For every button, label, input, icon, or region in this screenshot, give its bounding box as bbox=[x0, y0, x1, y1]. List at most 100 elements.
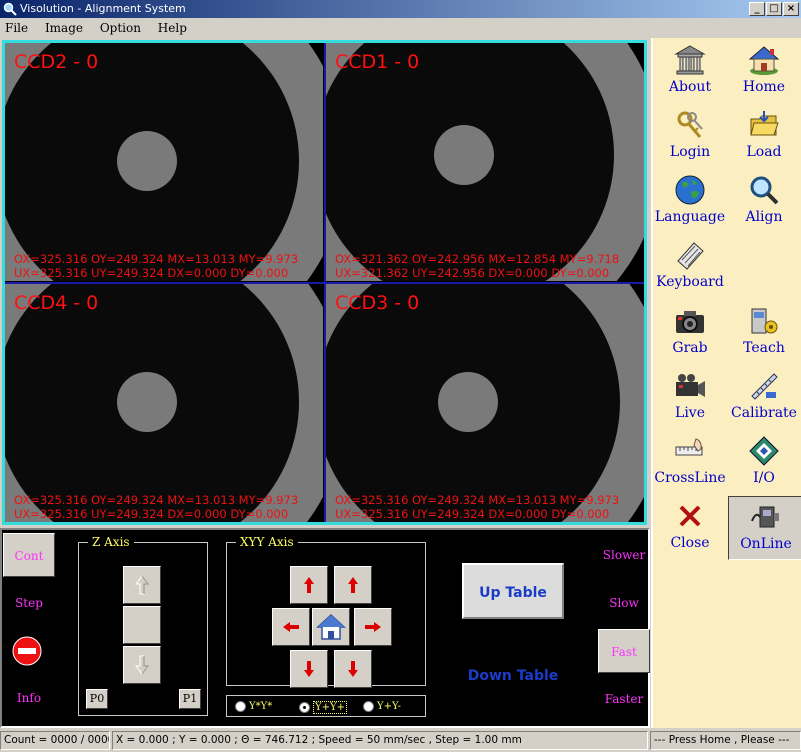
down-arrow-icon bbox=[135, 655, 149, 675]
position-status: X = 0.000 ; Y = 0.000 ; Θ = 746.712 ; Sp… bbox=[112, 731, 648, 750]
ccd2-label: CCD2 - 0 bbox=[14, 51, 99, 73]
calibrate-button[interactable]: Calibrate bbox=[727, 366, 801, 430]
maximize-button[interactable]: □ bbox=[766, 2, 782, 16]
red-left-arrow-icon bbox=[283, 622, 299, 632]
red-down-arrow-icon bbox=[348, 661, 358, 677]
online-button[interactable]: OnLine bbox=[728, 496, 801, 560]
ccd3-image bbox=[326, 284, 644, 522]
ccd4-label: CCD4 - 0 bbox=[14, 292, 99, 314]
close-window-button[interactable]: × bbox=[783, 2, 799, 16]
red-down-arrow-icon bbox=[304, 661, 314, 677]
grab-button[interactable]: Grab bbox=[653, 301, 727, 365]
menu-file[interactable]: File bbox=[5, 21, 28, 35]
motion-control-panel: Cont Step Info Z Axis P0 P1 XYY Axis Y*Y… bbox=[0, 528, 650, 728]
ccd1-view[interactable]: CCD1 - 0 OX=321.362 OY=242.956 MX=12.854… bbox=[326, 43, 644, 281]
load-button[interactable]: Load bbox=[727, 105, 801, 169]
main-toolbar: About Home Login Load Language Align Key… bbox=[651, 38, 801, 728]
z-up-button[interactable] bbox=[123, 566, 161, 604]
x-left-button[interactable] bbox=[272, 608, 310, 646]
ccd2-image bbox=[5, 43, 323, 281]
ccd4-view[interactable]: CCD4 - 0 OX=325.316 OY=249.324 MX=13.013… bbox=[5, 284, 323, 522]
info-mode-button[interactable]: Info bbox=[3, 676, 55, 720]
globe-icon bbox=[675, 175, 705, 205]
ccd2-stats: OX=325.316 OY=249.324 MX=13.013 MY=9.973… bbox=[14, 252, 299, 280]
menu-image[interactable]: Image bbox=[45, 21, 83, 35]
radio-y-star-dot[interactable] bbox=[235, 701, 246, 712]
magnifier-app-icon bbox=[3, 2, 17, 16]
video-camera-icon bbox=[676, 374, 705, 397]
ccd1-stats: OX=321.362 OY=242.956 MX=12.854 MY=9.718… bbox=[335, 252, 620, 280]
speed-slow-button[interactable]: Slow bbox=[598, 581, 650, 625]
speed-slower-button[interactable]: Slower bbox=[598, 533, 650, 577]
ccd4-stats: OX=325.316 OY=249.324 MX=13.013 MY=9.973… bbox=[14, 493, 299, 521]
io-button[interactable]: I/O bbox=[727, 431, 801, 495]
red-right-arrow-icon bbox=[365, 622, 381, 632]
z-axis-title: Z Axis bbox=[88, 535, 134, 549]
align-button[interactable]: Align bbox=[727, 170, 801, 234]
down-table-button[interactable]: Down Table bbox=[462, 664, 564, 688]
y2-up-button[interactable] bbox=[334, 566, 372, 604]
status-bar: Count = 0000 / 0000 X = 0.000 ; Y = 0.00… bbox=[0, 729, 801, 752]
stop-icon[interactable] bbox=[12, 636, 42, 666]
ccd3-view[interactable]: CCD3 - 0 OX=325.316 OY=249.324 MX=13.013… bbox=[326, 284, 644, 522]
z-down-button[interactable] bbox=[123, 646, 161, 684]
about-button[interactable]: About bbox=[653, 40, 727, 104]
io-diamond-icon bbox=[749, 436, 779, 466]
close-x-icon bbox=[679, 505, 701, 527]
speed-fast-button[interactable]: Fast bbox=[598, 629, 650, 673]
keyboard-icon bbox=[677, 242, 704, 270]
radio-y-plus-minus-dot[interactable] bbox=[363, 701, 374, 712]
ccd3-stats: OX=325.316 OY=249.324 MX=13.013 MY=9.973… bbox=[335, 493, 620, 521]
x-right-button[interactable] bbox=[354, 608, 392, 646]
menu-bar: File Image Option Help bbox=[0, 18, 801, 38]
menu-help[interactable]: Help bbox=[158, 21, 187, 35]
p0-button[interactable]: P0 bbox=[86, 689, 108, 709]
online-plug-icon bbox=[751, 506, 779, 528]
z-center-button[interactable] bbox=[123, 606, 161, 644]
up-table-button[interactable]: Up Table bbox=[462, 563, 564, 619]
red-up-arrow-icon bbox=[304, 577, 314, 593]
step-mode-button[interactable]: Step bbox=[3, 581, 55, 625]
camera-icon bbox=[676, 311, 704, 333]
y1-up-button[interactable] bbox=[290, 566, 328, 604]
radio-y-plus-plus[interactable]: Y+Y+ bbox=[299, 701, 347, 714]
radio-y-plus-plus-dot[interactable] bbox=[299, 702, 310, 713]
radio-y-plus-minus[interactable]: Y+Y- bbox=[363, 701, 401, 712]
window-title: Visolution - Alignment System bbox=[20, 2, 186, 15]
building-icon bbox=[674, 45, 706, 75]
magnifier-icon bbox=[750, 176, 779, 205]
crossline-button[interactable]: CrossLine bbox=[653, 431, 727, 495]
login-button[interactable]: Login bbox=[653, 105, 727, 169]
teach-button[interactable]: Teach bbox=[727, 301, 801, 365]
horizontal-divider bbox=[5, 282, 644, 284]
count-status: Count = 0000 / 0000 bbox=[0, 731, 110, 750]
ccd3-label: CCD3 - 0 bbox=[335, 292, 420, 314]
calibrate-icon bbox=[751, 373, 778, 400]
home-icon bbox=[748, 46, 780, 75]
keyboard-button[interactable]: Keyboard bbox=[653, 235, 727, 299]
menu-option[interactable]: Option bbox=[100, 21, 141, 35]
cont-mode-button[interactable]: Cont bbox=[3, 533, 55, 577]
camera-view-area: CCD2 - 0 OX=325.316 OY=249.324 MX=13.013… bbox=[2, 40, 647, 525]
ccd4-image bbox=[5, 284, 323, 522]
house-icon bbox=[316, 613, 346, 640]
red-up-arrow-icon bbox=[348, 577, 358, 593]
up-arrow-icon bbox=[135, 575, 149, 595]
ccd2-view[interactable]: CCD2 - 0 OX=325.316 OY=249.324 MX=13.013… bbox=[5, 43, 323, 281]
teach-icon bbox=[751, 308, 778, 334]
radio-y-star[interactable]: Y*Y* bbox=[235, 701, 272, 712]
minimize-button[interactable]: _ bbox=[749, 2, 765, 16]
y1-down-button[interactable] bbox=[290, 650, 328, 688]
home-button[interactable]: Home bbox=[727, 40, 801, 104]
message-status: --- Press Home , Please --- bbox=[650, 731, 801, 750]
live-button[interactable]: Live bbox=[653, 366, 727, 430]
p1-button[interactable]: P1 bbox=[179, 689, 201, 709]
title-bar: Visolution - Alignment System _ □ × bbox=[0, 0, 801, 18]
crossline-icon bbox=[675, 438, 703, 456]
folder-load-icon bbox=[750, 111, 779, 136]
language-button[interactable]: Language bbox=[653, 170, 727, 234]
y2-down-button[interactable] bbox=[334, 650, 372, 688]
speed-faster-button[interactable]: Faster bbox=[598, 677, 650, 721]
xyy-home-button[interactable] bbox=[312, 608, 350, 646]
close-app-button[interactable]: Close bbox=[653, 496, 727, 560]
